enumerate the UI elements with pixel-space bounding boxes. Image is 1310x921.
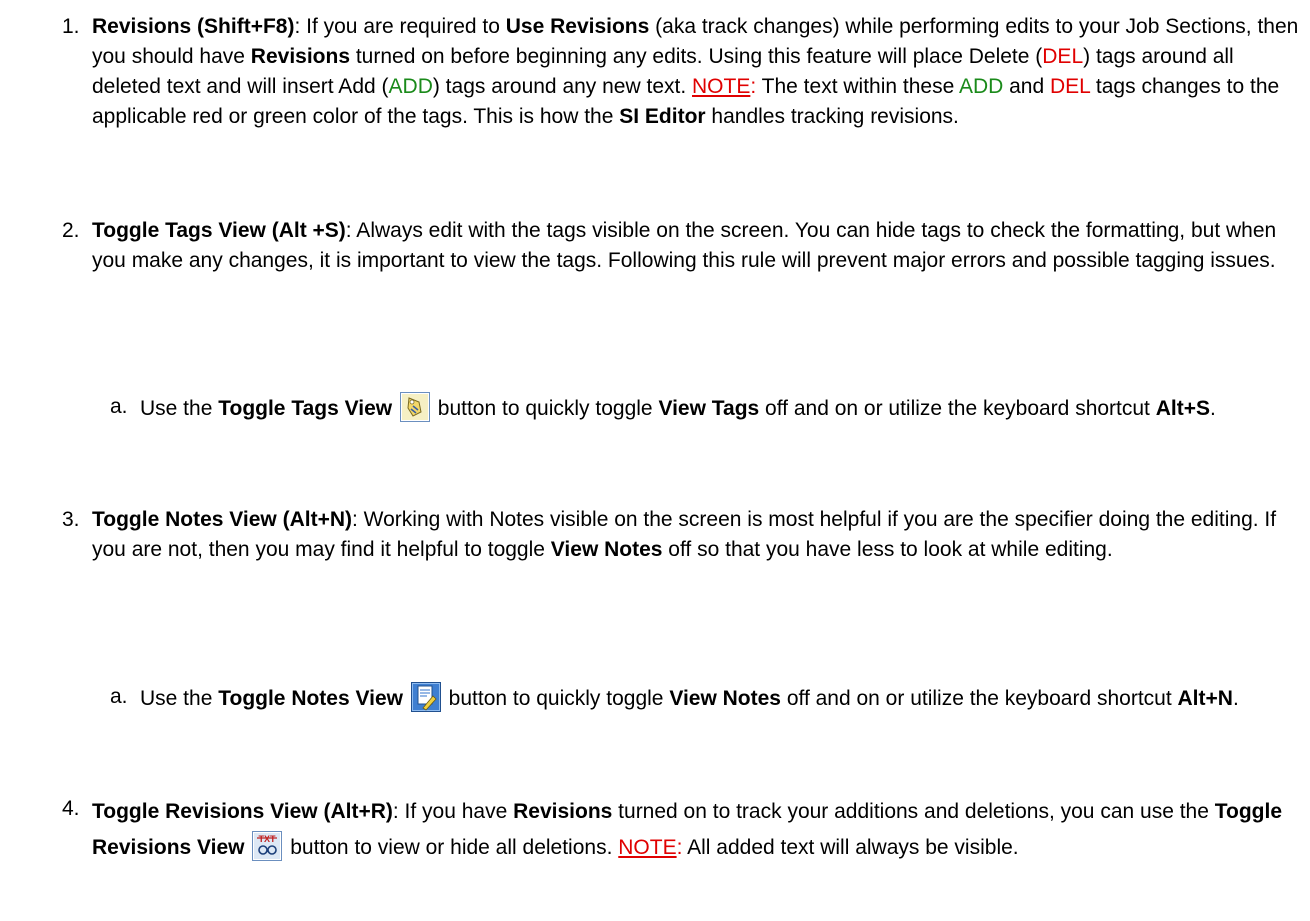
text: button to quickly toggle xyxy=(437,397,659,420)
list-number: 2. xyxy=(62,219,80,242)
sub-letter: a. xyxy=(110,395,128,418)
bold-text: View Tags xyxy=(658,397,760,420)
sub-letter: a. xyxy=(110,685,128,708)
list-item-toggle-tags: 2. Toggle Tags View (Alt +S): Always edi… xyxy=(62,216,1302,276)
sub-item-body: Use the Toggle Notes View button to quic… xyxy=(140,682,1300,714)
item-title: Toggle Revisions View (Alt+R) xyxy=(92,800,393,823)
bold-text: Toggle Tags View xyxy=(218,397,393,420)
bold-text: Revisions xyxy=(250,45,351,68)
list-item-revisions: 1. Revisions (Shift+F8): If you are requ… xyxy=(62,12,1302,132)
list-item-body: Toggle Notes View (Alt+N): Working with … xyxy=(92,505,1302,565)
list-item-body: Toggle Tags View (Alt +S): Always edit w… xyxy=(92,216,1302,276)
text: ) tags around any new text. xyxy=(432,75,693,98)
document-page: 1. Revisions (Shift+F8): If you are requ… xyxy=(0,0,1310,921)
bold-text: View Notes xyxy=(550,538,663,561)
bold-text: Revisions xyxy=(513,800,613,823)
text: and xyxy=(1003,75,1050,98)
text: Use the xyxy=(140,397,219,420)
del-tag-text: DEL xyxy=(1050,75,1091,98)
text: turned on to track your additions and de… xyxy=(612,800,1215,823)
toggle-tags-icon[interactable] xyxy=(399,392,430,422)
item-title: Revisions (Shift+F8) xyxy=(92,15,295,38)
sub-item-toggle-tags: a. Use the Toggle Tags View button to qu… xyxy=(110,392,1300,424)
list-item-toggle-notes: 3. Toggle Notes View (Alt+N): Working wi… xyxy=(62,505,1302,565)
list-item-body: Toggle Revisions View (Alt+R): If you ha… xyxy=(92,794,1302,866)
text: turned on before beginning any edits. Us… xyxy=(350,45,1043,68)
del-tag-text: DEL xyxy=(1042,45,1084,68)
list-number: 1. xyxy=(62,15,80,38)
add-tag-text: ADD xyxy=(388,75,433,98)
text: button to quickly toggle xyxy=(448,687,670,710)
text: All added text will always be visible. xyxy=(682,836,1019,859)
text: Use the xyxy=(140,687,219,710)
add-tag-text: ADD xyxy=(958,75,1004,98)
text: off so that you have less to look at whi… xyxy=(662,538,1113,561)
bold-text: SI Editor xyxy=(619,105,706,128)
text: . xyxy=(1232,687,1239,710)
sub-item-toggle-notes: a. Use the Toggle Notes View button to q… xyxy=(110,682,1300,714)
text: off and on or utilize the keyboard short… xyxy=(780,687,1178,710)
bold-text: Toggle Notes View xyxy=(218,687,403,710)
list-item-body: Revisions (Shift+F8): If you are require… xyxy=(92,12,1302,132)
toggle-notes-icon[interactable] xyxy=(410,682,441,712)
text: handles tracking revisions. xyxy=(705,105,959,128)
toggle-revisions-icon[interactable]: TXT xyxy=(252,831,283,861)
bold-text: Alt+S xyxy=(1155,397,1210,420)
text: The text within these xyxy=(756,75,959,98)
item-title: Toggle Notes View (Alt+N) xyxy=(92,508,352,531)
text: : If you have xyxy=(392,800,514,823)
list-number: 3. xyxy=(62,508,80,531)
bold-text: Alt+N xyxy=(1177,687,1233,710)
list-number: 4. xyxy=(62,797,80,820)
text: : If you are required to xyxy=(294,15,506,38)
sub-item-body: Use the Toggle Tags View button to quick… xyxy=(140,392,1300,424)
text: off and on or utilize the keyboard short… xyxy=(759,397,1156,420)
bold-text: Use Revisions xyxy=(505,15,650,38)
text: button to view or hide all deletions. xyxy=(290,836,619,859)
list-item-toggle-revisions: 4. Toggle Revisions View (Alt+R): If you… xyxy=(62,794,1302,866)
note-label: NOTE xyxy=(618,836,677,859)
bold-text: View Notes xyxy=(669,687,781,710)
item-title: Toggle Tags View (Alt +S) xyxy=(92,219,346,242)
note-label: NOTE xyxy=(692,75,751,98)
text: . xyxy=(1210,397,1216,420)
svg-text:TXT: TXT xyxy=(259,834,277,844)
